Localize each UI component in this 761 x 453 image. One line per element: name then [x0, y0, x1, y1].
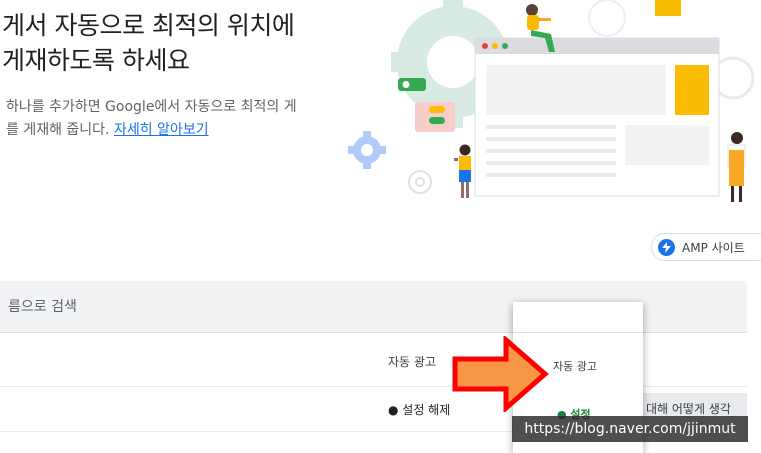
- hero-description-line2: 를 게재해 줍니다. 자세히 알아보기: [6, 119, 209, 139]
- popup-header: [513, 302, 643, 333]
- search-placeholder: 름으로 검색: [8, 299, 77, 315]
- person-standing-left-illustration: [454, 144, 471, 198]
- small-gear-icon: [348, 131, 386, 169]
- amp-site-chip[interactable]: AMP 사이트: [651, 233, 761, 261]
- auto-ads-column-label: 자동 광고: [388, 355, 436, 369]
- hero-description-text: 를 게재해 줍니다.: [6, 122, 110, 138]
- auto-ads-illustration: [348, 0, 755, 202]
- arrow-annotation-icon: [452, 336, 549, 412]
- watermark: https://blog.naver.com/jjinmut: [512, 416, 748, 442]
- hero-title-line1: 게서 자동으로 최적의 위치에: [2, 11, 295, 40]
- person-standing-right-illustration: [727, 132, 746, 202]
- feedback-text: 대해 어떻게 생각: [646, 402, 731, 416]
- hero-title-line2: 게재하도록 하세요: [2, 46, 190, 75]
- browser-window-illustration: [474, 37, 720, 197]
- popup-auto-ads-label: 자동 광고: [553, 360, 597, 373]
- learn-more-link[interactable]: 자세히 알아보기: [114, 122, 209, 138]
- status-off-label: ● 설정 해제: [388, 403, 451, 417]
- lightning-bolt-icon: [658, 238, 675, 256]
- amp-chip-label: AMP 사이트: [682, 240, 745, 255]
- hero-description-line1: 하나를 추가하면 Google에서 자동으로 최적의 게: [6, 99, 297, 115]
